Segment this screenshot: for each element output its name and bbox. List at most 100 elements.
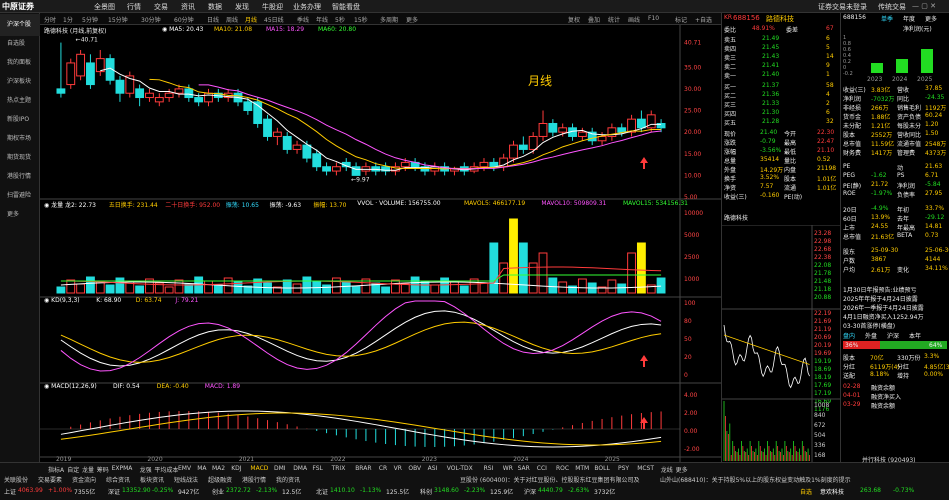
period-5[interactable]: 60分钟 bbox=[174, 15, 194, 24]
indicator-tab-6[interactable]: 平均成本 bbox=[154, 465, 178, 474]
bottom-tab-0[interactable]: 关联股份 bbox=[4, 475, 28, 484]
period-7[interactable]: 周线 bbox=[226, 15, 238, 24]
indicator-tab-0[interactable]: 指标A bbox=[48, 465, 64, 474]
index-name-2[interactable]: 创业 bbox=[212, 487, 224, 496]
sync-label[interactable]: 传统交易 bbox=[878, 2, 906, 12]
index-name-4[interactable]: 科创 bbox=[420, 487, 432, 496]
menu-item-1[interactable]: 行情 bbox=[127, 2, 141, 12]
bottom-tab-3[interactable]: 综合资讯 bbox=[106, 475, 130, 484]
indicator-tab-32[interactable]: 更多 bbox=[676, 465, 688, 474]
fin-note-0[interactable]: 1月30日年报预告:业绩预亏 bbox=[843, 285, 916, 294]
period-11[interactable]: 年线 bbox=[316, 15, 328, 24]
status-right[interactable]: 并行科技 (920493) bbox=[862, 455, 916, 464]
bottom-tab-2[interactable]: 资金流向 bbox=[72, 475, 96, 484]
board-tab-0[interactable]: 盘内 bbox=[843, 331, 855, 340]
indicator-tab-16[interactable]: BRAR bbox=[355, 465, 371, 472]
indicator-tab-17[interactable]: CR bbox=[379, 465, 387, 472]
intraday-chart[interactable]: 23.2822.9822.6822.3822.0821.7821.4821.18… bbox=[722, 225, 841, 465]
period-1[interactable]: 1分 bbox=[63, 15, 73, 24]
period-12[interactable]: 5秒 bbox=[335, 15, 345, 24]
indicator-tab-19[interactable]: OBV bbox=[408, 465, 421, 472]
sidebar-item-10[interactable]: 更多 bbox=[0, 204, 40, 226]
indicator-tab-1[interactable]: 自定 bbox=[67, 465, 79, 474]
indicator-tab-2[interactable]: 龙量 bbox=[82, 465, 94, 474]
indicator-tab-15[interactable]: TRIX bbox=[332, 465, 346, 472]
news-0[interactable]: 豆股份 (600400)：关于对红豆股份、控股股东红豆集团有限公司及 bbox=[460, 475, 640, 484]
board-tab-1[interactable]: 外盘 bbox=[865, 331, 877, 340]
fin-note-1[interactable]: 2025年年报于4月24日披露 bbox=[843, 294, 918, 303]
indicator-tab-13[interactable]: DMA bbox=[293, 465, 307, 472]
menu-item-8[interactable]: 智能看盘 bbox=[332, 2, 360, 12]
period-8[interactable]: 月线 bbox=[245, 15, 257, 24]
index-name-5[interactable]: 沪深 bbox=[524, 487, 536, 496]
toolbar-2[interactable]: 统计 bbox=[608, 15, 620, 24]
board-tab-3[interactable]: 本年 bbox=[909, 331, 921, 340]
period-3[interactable]: 15分钟 bbox=[108, 15, 128, 24]
menu-item-2[interactable]: 交易 bbox=[154, 2, 168, 12]
status-right3[interactable]: 意欢科技 bbox=[820, 487, 844, 496]
fin-note-4[interactable]: 03-30首涨停(横盘) bbox=[843, 321, 895, 330]
toolbar-4[interactable]: F10 bbox=[648, 15, 659, 22]
indicator-tab-10[interactable]: KDJ bbox=[231, 465, 241, 472]
period-9[interactable]: 45日线 bbox=[264, 15, 284, 24]
indicator-tab-25[interactable]: CCI bbox=[537, 465, 547, 472]
login-status[interactable]: 证券交易未登录 bbox=[818, 2, 867, 12]
toolbar-1[interactable]: 叠加 bbox=[588, 15, 600, 24]
indicator-tab-30[interactable]: MCST bbox=[637, 465, 654, 472]
indicator-tab-14[interactable]: FSL bbox=[312, 465, 323, 472]
indicator-tab-23[interactable]: WR bbox=[503, 465, 513, 472]
bottom-tab-7[interactable]: 港股行情 bbox=[242, 475, 266, 484]
indicator-tab-31[interactable]: 龙线 bbox=[661, 465, 673, 474]
toolbar-0[interactable]: 复权 bbox=[568, 15, 580, 24]
period-2[interactable]: 5分钟 bbox=[82, 15, 98, 24]
menu-item-3[interactable]: 资讯 bbox=[181, 2, 195, 12]
menu-item-7[interactable]: 业务办理 bbox=[293, 2, 321, 12]
period-0[interactable]: 分时 bbox=[44, 15, 56, 24]
indicator-tab-28[interactable]: BOLL bbox=[594, 465, 609, 472]
bottom-tab-6[interactable]: 超级融资 bbox=[208, 475, 232, 484]
indicator-tab-24[interactable]: SAR bbox=[518, 465, 530, 472]
fin-tab-0[interactable]: 单季 bbox=[881, 14, 893, 23]
status-right2[interactable]: 自选 bbox=[800, 487, 812, 496]
bottom-tab-4[interactable]: 板块资讯 bbox=[140, 475, 164, 484]
indicator-tab-4[interactable]: EXPMA bbox=[112, 465, 133, 472]
menu-item-5[interactable]: 发现 bbox=[235, 2, 249, 12]
board-tab-2[interactable]: 沪深 bbox=[887, 331, 899, 340]
period-10[interactable]: 季线 bbox=[297, 15, 309, 24]
fin-note-3[interactable]: 4月1日融资净买入1252.94万 bbox=[843, 312, 923, 321]
menu-item-0[interactable]: 全景图 bbox=[94, 2, 115, 12]
bottom-tab-1[interactable]: 交易要素 bbox=[38, 475, 62, 484]
indicator-tab-29[interactable]: PSY bbox=[618, 465, 629, 472]
indicator-tab-18[interactable]: VR bbox=[394, 465, 402, 472]
indicator-tab-20[interactable]: ASI bbox=[428, 465, 438, 472]
indicator-tab-5[interactable]: 龙强 bbox=[140, 465, 152, 474]
indicator-tab-11[interactable]: MACD bbox=[250, 465, 268, 472]
indicator-tab-7[interactable]: EMV bbox=[178, 465, 191, 472]
news-1[interactable]: 山外山(688410)：关于持股5%以上的股东权益变动触及1%刻度的提示 bbox=[660, 475, 851, 484]
period-14[interactable]: 多周期 bbox=[380, 15, 398, 24]
indicator-tab-22[interactable]: RSI bbox=[484, 465, 494, 472]
bottom-tab-5[interactable]: 短线战法 bbox=[174, 475, 198, 484]
menu-item-6[interactable]: 牛股迎 bbox=[262, 2, 283, 12]
indicator-tab-8[interactable]: MA bbox=[197, 465, 206, 472]
indicator-tab-26[interactable]: ROC bbox=[556, 465, 569, 472]
toolbar-3[interactable]: 画线 bbox=[628, 15, 640, 24]
period-13[interactable]: 15秒 bbox=[354, 15, 368, 24]
fin-tab-2[interactable]: 更多 bbox=[925, 14, 937, 23]
fin-note-2[interactable]: 2026年一季报于4月24日披露 bbox=[843, 303, 924, 312]
indicator-tab-27[interactable]: MTM bbox=[575, 465, 589, 472]
toolbar-5[interactable]: 标记 bbox=[675, 15, 687, 24]
index-name-0[interactable]: 上证 bbox=[4, 487, 16, 496]
index-name-3[interactable]: 北证 bbox=[316, 487, 328, 496]
period-6[interactable]: 日线 bbox=[207, 15, 219, 24]
indicator-tab-9[interactable]: MA2 bbox=[212, 465, 225, 472]
bottom-tab-8[interactable]: 我的资讯 bbox=[276, 475, 300, 484]
indicator-tab-3[interactable]: 筹码 bbox=[97, 465, 109, 474]
menu-item-4[interactable]: 数据 bbox=[208, 2, 222, 12]
period-15[interactable]: 更多 bbox=[406, 15, 418, 24]
period-4[interactable]: 30分钟 bbox=[141, 15, 161, 24]
index-name-1[interactable]: 深证 bbox=[108, 487, 120, 496]
toolbar-6[interactable]: +自选 bbox=[695, 15, 712, 24]
window-controls[interactable]: — ▢ ✕ bbox=[912, 2, 936, 10]
indicator-tab-12[interactable]: DMI bbox=[274, 465, 286, 472]
